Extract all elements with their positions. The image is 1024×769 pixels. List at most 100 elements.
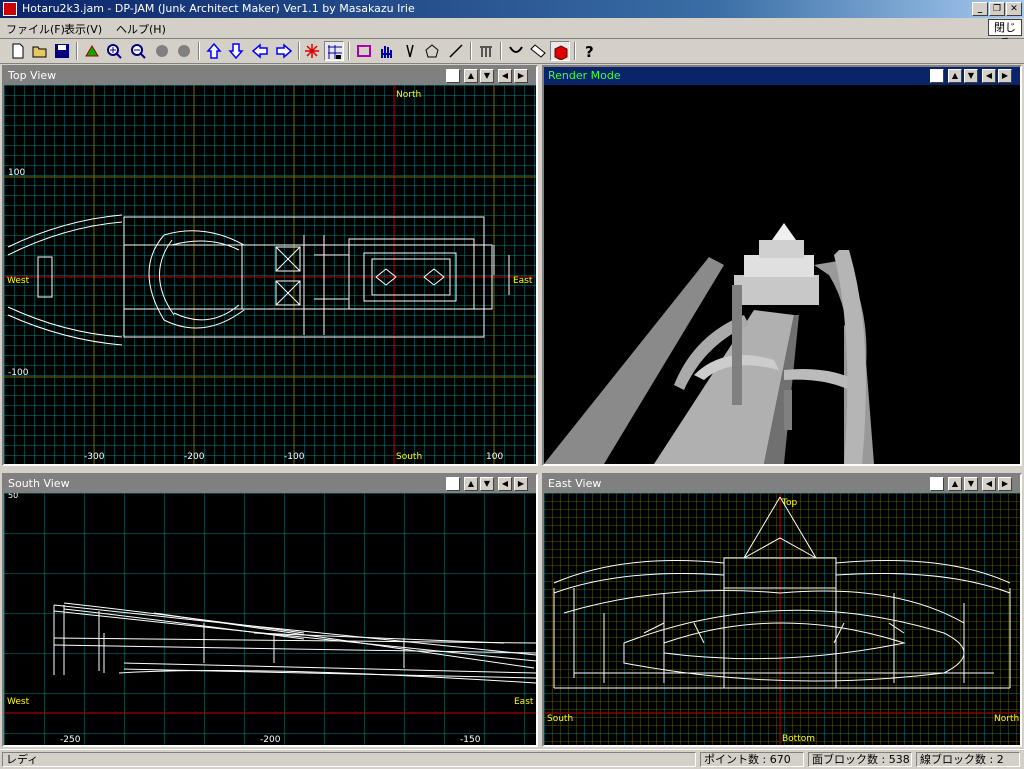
south-view-title: South View <box>8 477 70 490</box>
y-tick-50: 50 <box>8 493 18 500</box>
x-tick-neg300: -300 <box>84 452 105 462</box>
pane-next-button[interactable]: ▶ <box>998 69 1012 83</box>
x-tick-neg200: -200 <box>184 452 205 462</box>
polygon-tool-icon[interactable] <box>422 41 442 61</box>
toolbar-separator <box>298 42 300 60</box>
pane-prev-button[interactable]: ◀ <box>498 477 512 491</box>
pane-next-button[interactable]: ▶ <box>514 477 528 491</box>
arrow-up-icon[interactable] <box>204 41 224 61</box>
save-icon[interactable] <box>52 41 72 61</box>
east-label: East <box>513 276 533 286</box>
pane-option-button[interactable] <box>446 477 460 491</box>
bottom-label: Bottom <box>782 734 815 744</box>
render-toggle-icon[interactable] <box>82 41 102 61</box>
line-tool-icon[interactable] <box>446 41 466 61</box>
restore-button[interactable]: ❐ <box>989 2 1005 16</box>
close-document-button[interactable]: 閉じる <box>988 19 1022 49</box>
pane-up-button[interactable]: ▲ <box>948 477 962 491</box>
extrude-icon[interactable] <box>476 41 496 61</box>
pane-option-button[interactable] <box>446 69 460 83</box>
east-label: East <box>514 697 534 707</box>
render-mode-titlebar: Render Mode ▲ ▼ ◀ ▶ <box>544 67 1020 85</box>
status-ready: レディ <box>2 752 696 767</box>
top-view-pane[interactable]: Top View ▲ ▼ ◀ ▶ North South West East 1… <box>2 65 538 466</box>
snap-point-icon[interactable] <box>302 41 322 61</box>
menu-help[interactable]: ヘルプ(H) <box>116 21 166 37</box>
west-label: West <box>7 276 30 286</box>
x-tick-100: 100 <box>486 452 503 462</box>
pane-up-button[interactable]: ▲ <box>948 69 962 83</box>
x-tick-neg200: -200 <box>260 735 281 745</box>
toolbar-separator <box>470 42 472 60</box>
east-view-titlebar: East View ▲ ▼ ◀ ▶ <box>544 475 1020 493</box>
x-tick-neg150: -150 <box>460 735 481 745</box>
menu-view[interactable]: 表示(V) <box>64 21 102 37</box>
pane-prev-button[interactable]: ◀ <box>982 69 996 83</box>
pane-up-button[interactable]: ▲ <box>464 69 478 83</box>
east-view-canvas[interactable]: Top Bottom South North <box>544 493 1020 745</box>
vertex-tool-icon[interactable] <box>400 41 420 61</box>
top-view-canvas[interactable]: North South West East 100 -100 -300 -200… <box>4 85 536 464</box>
south-view-titlebar: South View ▲ ▼ ◀ ▶ <box>4 475 536 493</box>
wedge-icon[interactable] <box>528 41 548 61</box>
new-file-icon[interactable] <box>8 41 28 61</box>
north-label: North <box>994 714 1019 724</box>
x-tick-neg100: -100 <box>284 452 305 462</box>
pane-next-button[interactable]: ▶ <box>998 477 1012 491</box>
toolbar-separator <box>76 42 78 60</box>
toolbar-separator <box>500 42 502 60</box>
render-mode-pane[interactable]: Render Mode ▲ ▼ ◀ ▶ <box>542 65 1022 466</box>
pane-prev-button[interactable]: ◀ <box>982 477 996 491</box>
pane-option-button[interactable] <box>930 477 944 491</box>
window-title-bar: Hotaru2k3.jam - DP-JAM (Junk Architect M… <box>0 0 1024 18</box>
east-view-title: East View <box>548 477 602 490</box>
open-folder-icon[interactable] <box>30 41 50 61</box>
zoom-out-icon[interactable] <box>128 41 148 61</box>
pane-down-button[interactable]: ▼ <box>480 69 494 83</box>
status-point-count: ポイント数 : 670 <box>700 752 804 767</box>
grid-snap-icon[interactable] <box>324 41 344 61</box>
status-line-block-count: 線ブロック数 : 2 <box>916 752 1020 767</box>
arrow-right-icon[interactable] <box>274 41 294 61</box>
menu-file[interactable]: ファイル(F) <box>6 21 65 37</box>
red-block-icon[interactable] <box>550 41 570 61</box>
toolbar-separator <box>574 42 576 60</box>
arrow-left-icon[interactable] <box>250 41 270 61</box>
top-view-titlebar: Top View ▲ ▼ ◀ ▶ <box>4 67 536 85</box>
help-icon[interactable]: ? <box>580 41 600 61</box>
hand-pan-icon[interactable] <box>376 41 396 61</box>
x-tick-neg250: -250 <box>60 735 81 745</box>
minimize-button[interactable]: _ <box>972 2 988 16</box>
pane-down-button[interactable]: ▼ <box>480 477 494 491</box>
south-label: South <box>396 452 422 462</box>
arrow-down-icon[interactable] <box>226 41 246 61</box>
south-view-pane[interactable]: South View ▲ ▼ ◀ ▶ 50 West East -250 -20… <box>2 473 538 747</box>
disabled-circle-icon[interactable] <box>152 41 172 61</box>
render-mode-title: Render Mode <box>548 69 621 82</box>
y-tick-neg100: -100 <box>8 368 29 378</box>
app-icon[interactable] <box>3 2 17 16</box>
svg-text:?: ? <box>585 43 594 59</box>
rectangle-select-icon[interactable] <box>354 41 374 61</box>
pane-up-button[interactable]: ▲ <box>464 477 478 491</box>
close-window-button[interactable]: ✕ <box>1006 2 1022 16</box>
top-label: Top <box>781 498 797 508</box>
pane-next-button[interactable]: ▶ <box>514 69 528 83</box>
north-label: North <box>396 90 421 100</box>
toolbar: ? <box>0 39 1024 64</box>
east-view-pane[interactable]: East View ▲ ▼ ◀ ▶ Top Bottom South North <box>542 473 1022 747</box>
zoom-in-icon[interactable] <box>104 41 124 61</box>
toolbar-separator <box>348 42 350 60</box>
south-label: South <box>547 714 573 724</box>
disabled-circle-icon-2[interactable] <box>174 41 194 61</box>
bracket-icon[interactable] <box>506 41 526 61</box>
south-view-canvas[interactable]: 50 West East -250 -200 -150 <box>4 493 536 745</box>
pane-option-button[interactable] <box>930 69 944 83</box>
west-label: West <box>7 697 30 707</box>
window-title: Hotaru2k3.jam - DP-JAM (Junk Architect M… <box>22 2 415 15</box>
pane-down-button[interactable]: ▼ <box>964 69 978 83</box>
pane-down-button[interactable]: ▼ <box>964 477 978 491</box>
render-canvas[interactable] <box>544 85 1020 464</box>
status-bar: レディ ポイント数 : 670 面ブロック数 : 538 線ブロック数 : 2 <box>0 749 1024 769</box>
pane-prev-button[interactable]: ◀ <box>498 69 512 83</box>
